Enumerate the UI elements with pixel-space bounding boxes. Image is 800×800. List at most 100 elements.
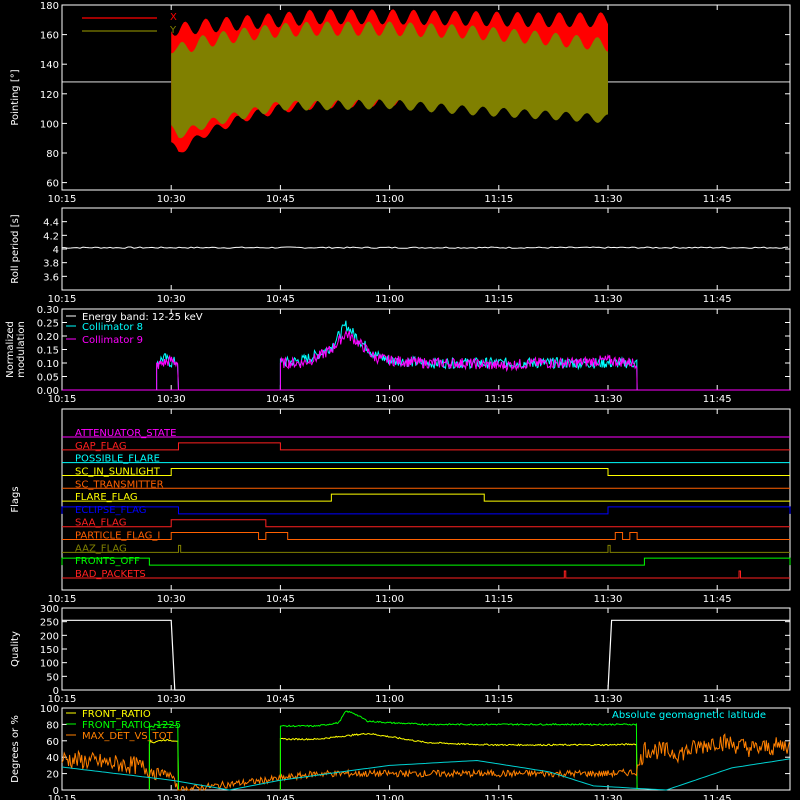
y-tick-label: 140: [40, 60, 59, 71]
x-tick-label: 11:45: [703, 694, 732, 705]
y-axis-label: Quality: [10, 631, 21, 667]
flag-line-particle-flag-i: [62, 532, 790, 541]
panel-frame-1: [61, 207, 791, 291]
x-tick-label: 10:30: [157, 594, 186, 605]
y-tick-label: 0.10: [37, 359, 59, 370]
x-tick-label: 10:30: [157, 294, 186, 305]
legend-label: Collimator 9: [82, 335, 143, 346]
x-tick-label: 10:45: [266, 594, 295, 605]
x-tick-label: 10:30: [157, 394, 186, 405]
x-tick-label: 11:00: [375, 694, 404, 705]
y-axis-label: modulation: [16, 321, 27, 378]
y-tick-label: 100: [40, 119, 59, 130]
y-tick-label: 100: [40, 704, 59, 715]
y-axis-label: Roll period [s]: [10, 214, 21, 283]
y-tick-label: 3.8: [43, 259, 59, 270]
y-tick-label: 160: [40, 31, 59, 42]
y-tick-label: 80: [46, 720, 59, 731]
x-tick-label: 11:15: [484, 394, 513, 405]
x-tick-label: 10:30: [157, 694, 186, 705]
x-tick-label: 11:30: [594, 594, 623, 605]
flag-line-sc-in-sunlight: [62, 467, 790, 476]
y-tick-label: 50: [46, 672, 59, 683]
flag-line-saa-flag: [62, 519, 790, 528]
x-tick-label: 11:45: [703, 594, 732, 605]
legend-label: FRONT_RATIO_1225: [82, 720, 181, 731]
y-tick-label: 0.30: [37, 305, 59, 316]
x-tick-label: 10:30: [157, 194, 186, 205]
y-tick-label: 150: [40, 645, 59, 656]
x-tick-label: 11:30: [594, 294, 623, 305]
modulation-collimator-8: [279, 320, 638, 391]
x-tick-label: 11:15: [484, 794, 513, 800]
x-tick-label: 11:30: [594, 394, 623, 405]
flag-label: BAD_PACKETS: [75, 569, 146, 580]
flag-label: AAZ_FLAG: [75, 543, 127, 554]
y-tick-label: 0.25: [37, 319, 59, 330]
x-tick-label: 11:00: [375, 394, 404, 405]
y-tick-label: 200: [40, 631, 59, 642]
y-axis-label: Degrees or %: [10, 715, 21, 783]
x-tick-label: 11:00: [375, 294, 404, 305]
x-tick-label: 11:15: [484, 194, 513, 205]
y-tick-label: 0.05: [37, 373, 59, 384]
y-axis-label: Flags: [10, 486, 21, 512]
modulation-collimator-8: [156, 353, 179, 391]
legend-label: Y: [169, 25, 177, 36]
y-tick-label: 0: [53, 786, 59, 797]
y-tick-label: 0.15: [37, 346, 59, 357]
modulation-collimator-9: [279, 330, 638, 391]
x-tick-label: 11:00: [375, 594, 404, 605]
y-tick-label: 60: [46, 179, 59, 190]
y-tick-label: 180: [40, 1, 59, 12]
y-tick-label: 40: [46, 753, 59, 764]
y-tick-label: 0: [53, 686, 59, 697]
flag-label: PARTICLE_FLAG_I: [75, 531, 160, 542]
flag-label: ATTENUATOR_STATE: [75, 428, 176, 439]
y-tick-label: 60: [46, 737, 59, 748]
flag-label: ECLIPSE_FLAG: [75, 505, 146, 516]
y-tick-label: 3.6: [43, 272, 59, 283]
series-front-ratio-1225: [279, 710, 638, 791]
quality-line: [62, 619, 790, 691]
x-tick-label: 10:15: [48, 294, 77, 305]
flag-label: POSSIBLE_FLARE: [75, 454, 160, 465]
x-tick-label: 11:30: [594, 794, 623, 800]
y-tick-label: 100: [40, 659, 59, 670]
x-tick-label: 11:30: [594, 194, 623, 205]
roll-period-line: [62, 246, 789, 249]
flag-line-flare-flag: [62, 493, 790, 502]
legend-label: Absolute geomagnetic latitude: [612, 710, 766, 721]
x-tick-label: 11:15: [484, 694, 513, 705]
x-tick-label: 11:45: [703, 794, 732, 800]
flag-line-eclipse-flag: [61, 506, 791, 515]
flag-label: FRONTS_OFF: [75, 556, 140, 567]
x-tick-label: 11:45: [703, 294, 732, 305]
x-tick-label: 11:45: [703, 394, 732, 405]
y-tick-label: 0.00: [37, 386, 59, 397]
y-axis-label: Normalized: [5, 321, 16, 378]
y-tick-label: 4: [53, 245, 59, 256]
flag-label: GAP_FLAG: [75, 441, 127, 452]
x-tick-label: 11:15: [484, 594, 513, 605]
x-tick-label: 10:30: [157, 794, 186, 800]
y-tick-label: 300: [40, 604, 59, 615]
x-tick-label: 10:45: [266, 294, 295, 305]
x-tick-label: 10:45: [266, 794, 295, 800]
x-tick-label: 11:00: [375, 194, 404, 205]
y-tick-label: 4.2: [43, 231, 59, 242]
flag-label: SAA_FLAG: [75, 518, 126, 529]
y-tick-label: 120: [40, 90, 59, 101]
series-front-ratio: [148, 738, 179, 791]
flag-label: SC_IN_SUNLIGHT: [75, 466, 161, 477]
y-tick-label: 4.4: [43, 218, 59, 229]
y-tick-label: 80: [46, 149, 59, 160]
x-tick-label: 11:30: [594, 694, 623, 705]
modulation-collimator-9: [156, 354, 179, 391]
flag-line-aaz-flag: [62, 544, 790, 553]
x-tick-label: 11:00: [375, 794, 404, 800]
flag-line-fronts-off: [61, 557, 791, 566]
x-tick-label: 10:15: [48, 194, 77, 205]
y-axis-label: Pointing [°]: [10, 69, 21, 125]
y-tick-label: 0.20: [37, 332, 59, 343]
